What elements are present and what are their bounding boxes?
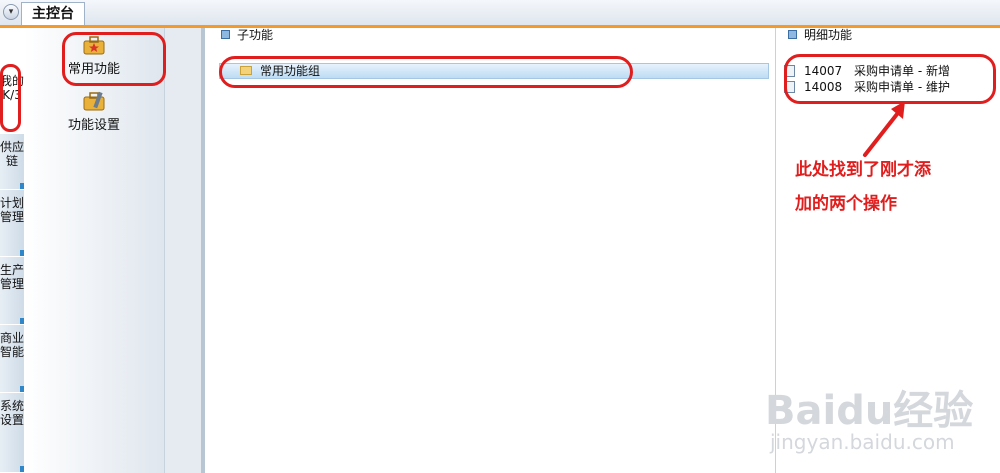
nav-item-function-settings[interactable]: 功能设置 [24, 90, 164, 133]
briefcase-wrench-icon [81, 90, 107, 112]
nav-label: 功能设置 [67, 118, 120, 133]
top-bar: ▾ 主控台 [0, 0, 1000, 26]
tab-main-console[interactable]: 主控台 [21, 2, 85, 25]
vtab-business-intelligence[interactable]: 商业智能 [0, 325, 24, 393]
vtab-label: 生产管理 [0, 263, 25, 291]
vtab-planning[interactable]: 计划管理 [0, 190, 24, 257]
vtab-label: 商业智能 [0, 331, 25, 359]
highlight-ring-group [219, 56, 633, 88]
nav-panel: 常用功能 功能设置 [24, 28, 165, 473]
bullet-icon [221, 30, 230, 39]
vtab-system-settings[interactable]: 系统设置 [0, 393, 24, 473]
watermark-url: jingyan.baidu.com [770, 430, 955, 454]
detail-panel-header: 明细功能 [788, 28, 852, 45]
vtab-label: 供应链 [0, 140, 25, 168]
vtab-supply-chain[interactable]: 供应链 [0, 134, 24, 190]
vtab-label: 系统设置 [0, 399, 25, 427]
panel-gutter [165, 28, 201, 473]
menu-dropdown-button[interactable]: ▾ [3, 4, 19, 20]
sub-panel-title: 子功能 [237, 28, 274, 42]
highlight-ring-vtab [0, 64, 21, 132]
annotation-arrow-icon [863, 101, 905, 157]
sub-functions-panel: 子功能 常用功能组 [205, 28, 775, 473]
detail-panel-title: 明细功能 [804, 28, 853, 42]
watermark-brand: Baidu经验 [765, 388, 974, 434]
sub-panel-header: 子功能 [221, 28, 273, 45]
bullet-icon [788, 30, 797, 39]
vtab-label: 计划管理 [0, 196, 25, 224]
annotation-text-1: 此处找到了刚才添 [795, 160, 931, 180]
annotation-text-2: 加的两个操作 [795, 194, 897, 214]
highlight-ring-nav [62, 32, 166, 86]
vtab-production[interactable]: 生产管理 [0, 257, 24, 325]
